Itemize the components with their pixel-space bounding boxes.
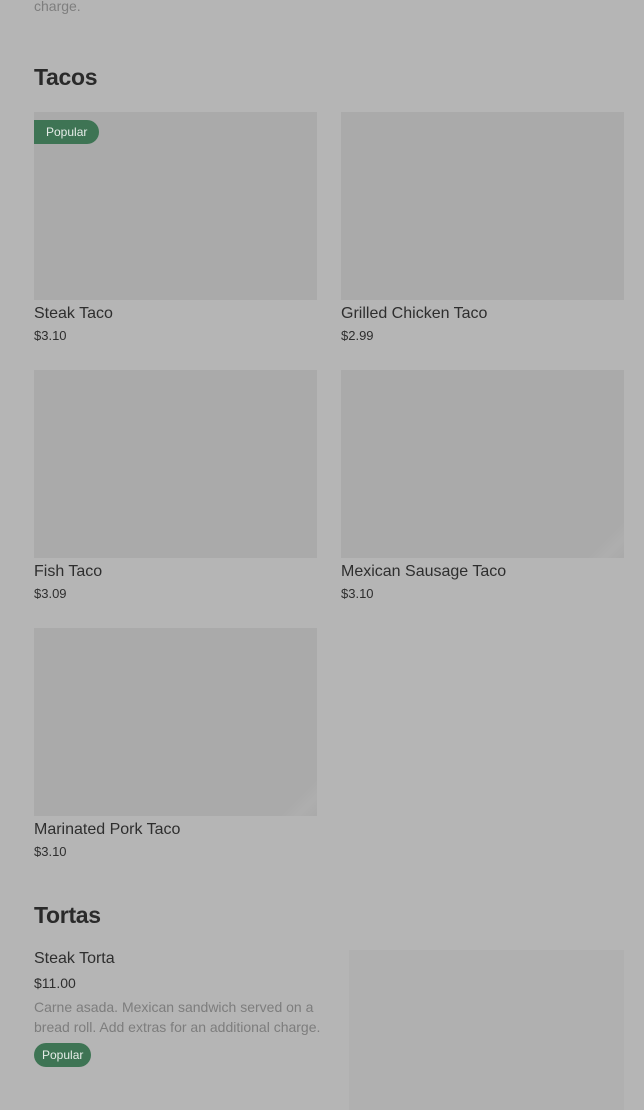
section-title-tortas: Tortas [34,902,101,928]
item-name: Fish Taco [34,563,103,580]
item-price: $3.10 [34,328,67,343]
item-description: Carne asada. Mexican sandwich served on … [34,999,321,1035]
item-name: Marinated Pork Taco [34,821,181,838]
menu-item-fish-taco[interactable]: Fish Taco $3.09 [34,370,317,602]
item-price: $3.10 [34,844,67,859]
item-image[interactable] [349,950,624,1110]
item-name: Mexican Sausage Taco [341,563,507,580]
section-title-tacos: Tacos [34,64,98,90]
item-price: $3.09 [34,586,67,601]
menu-item-marinated-pork-taco[interactable]: Marinated Pork Taco $3.10 [34,628,317,860]
item-name: Steak Taco [34,305,113,322]
popular-badge: Popular [34,1043,92,1067]
item-price: $2.99 [341,328,374,343]
item-image [34,628,317,816]
item-price: $11.00 [34,975,76,991]
popular-badge: Popular [34,120,100,144]
item-name: Grilled Chicken Taco [341,305,488,322]
menu-item-steak-torta[interactable]: Steak Torta $11.00 Carne asada. Mexican … [34,948,334,1067]
item-image: Popular [34,112,317,300]
menu-page: charge. Tacos Popular Steak Taco $3.10 G… [0,0,644,1110]
menu-item-steak-taco[interactable]: Popular Steak Taco $3.10 [34,112,317,344]
previous-item-description: charge. [34,0,81,14]
menu-item-mexican-sausage-taco[interactable]: Mexican Sausage Taco $3.10 [341,370,624,602]
item-image [341,112,624,300]
item-image [34,370,317,558]
menu-item-grilled-chicken-taco[interactable]: Grilled Chicken Taco $2.99 [341,112,624,344]
item-price: $3.10 [341,586,374,601]
item-name: Steak Torta [34,950,115,967]
item-image [341,370,624,558]
